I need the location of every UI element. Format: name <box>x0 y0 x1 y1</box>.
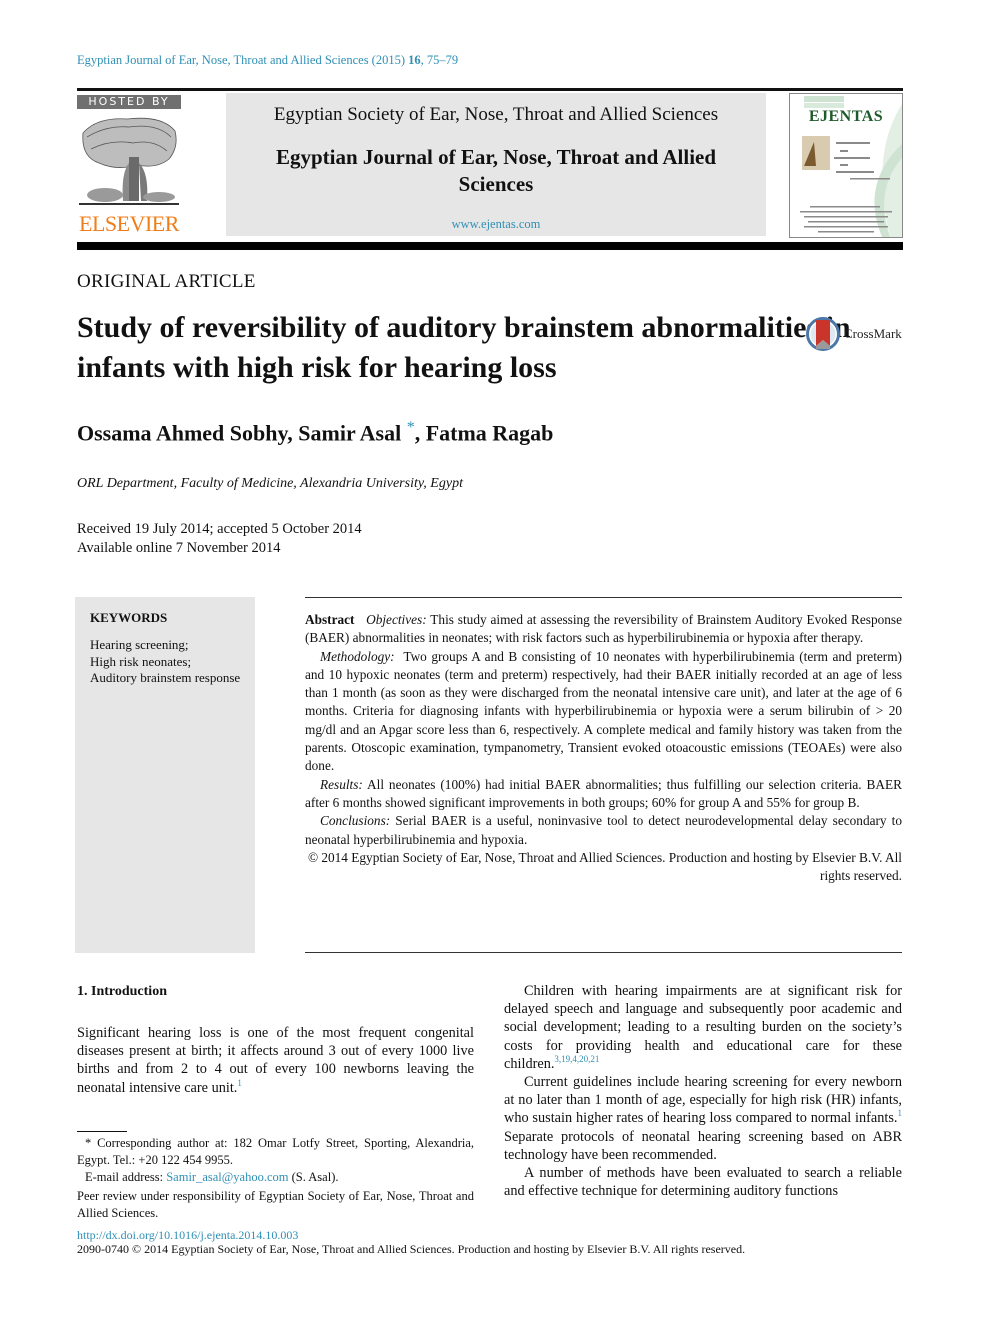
keyword-item: Auditory brainstem response <box>90 670 241 685</box>
elsevier-logo-text: ELSEVIER <box>79 211 179 236</box>
reference-link[interactable]: 3,19,4,20,21 <box>554 1054 599 1064</box>
abstract-results: Results: All neonates (100%) had initial… <box>305 776 902 813</box>
crossmark-label: CrossMark <box>844 326 902 341</box>
keyword-item: Hearing screening; <box>90 637 189 652</box>
abstract-label: Abstract <box>305 612 355 627</box>
objectives-label: Objectives: <box>366 612 427 627</box>
corresponding-author-marker[interactable]: * <box>407 419 415 436</box>
conclusions-label: Conclusions: <box>320 813 391 829</box>
author-list: Ossama Ahmed Sobhy, Samir Asal *, Fatma … <box>77 419 554 446</box>
issn-copyright: 2090-0740 © 2014 Egyptian Society of Ear… <box>77 1242 746 1256</box>
email-label: E-mail address: <box>85 1170 164 1184</box>
reference-link[interactable]: 1 <box>898 1109 903 1119</box>
journal-cover-thumbnail[interactable]: EJENTAS <box>789 93 903 238</box>
section-heading-introduction: 1. Introduction <box>77 984 167 999</box>
citation-journal: Egyptian Journal of Ear, Nose, Throat an… <box>77 53 406 67</box>
received-accepted-dates: Received 19 July 2014; accepted 5 Octobe… <box>77 521 362 537</box>
results-label: Results: <box>320 776 363 792</box>
corresponding-author-note: * Corresponding author at: 182 Omar Lotf… <box>77 1136 474 1167</box>
available-online-date: Available online 7 November 2014 <box>77 540 281 556</box>
society-name: Egyptian Society of Ear, Nose, Throat an… <box>273 104 719 125</box>
intro-paragraph-text: Significant hearing loss is one of the m… <box>77 1025 474 1096</box>
intro-paragraph: Significant hearing loss is one of the m… <box>77 1024 474 1097</box>
crossmark-button[interactable]: CrossMark <box>806 316 902 352</box>
author-affiliation: ORL Department, Faculty of Medicine, Ale… <box>77 476 463 491</box>
results-text: All neonates (100%) had initial BAER abn… <box>305 776 902 810</box>
journal-citation[interactable]: Egyptian Journal of Ear, Nose, Throat an… <box>77 53 458 68</box>
abstract-top-rule <box>305 597 902 598</box>
methodology-text: Two groups A and B consisting of 10 neon… <box>305 648 902 774</box>
abstract: Abstract Objectives: This study aimed at… <box>305 611 902 885</box>
hosted-by-badge: HOSTED BY <box>77 95 181 109</box>
intro-paragraph: A number of methods have been evaluated … <box>504 1164 902 1200</box>
email-link[interactable]: Samir_asal@yahoo.com <box>166 1170 288 1184</box>
abstract-copyright: © 2014 Egyptian Society of Ear, Nose, Th… <box>307 849 902 884</box>
cover-title: EJENTAS <box>808 108 884 125</box>
journal-name: Egyptian Journal of Ear, Nose, Throat an… <box>275 145 717 196</box>
article-type: ORIGINAL ARTICLE <box>77 271 256 292</box>
citation-pages: , 75–79 <box>420 53 459 67</box>
right-column: Children with hearing impairments are at… <box>504 982 902 1200</box>
keywords-heading: KEYWORDS <box>90 610 168 625</box>
reference-link[interactable]: 1 <box>237 1078 242 1088</box>
email-suffix: (S. Asal). <box>291 1170 339 1184</box>
crossmark-icon <box>806 317 840 351</box>
doi-link[interactable]: http://dx.doi.org/10.1016/j.ejenta.2014.… <box>77 1228 298 1243</box>
conclusions-text: Serial BAER is a useful, noninvasive too… <box>305 813 903 847</box>
author-name: Samir Asal <box>298 420 402 446</box>
header-top-rule <box>77 88 903 91</box>
keywords-list: Hearing screening; High risk neonates; A… <box>90 637 240 687</box>
journal-url-link[interactable]: www.ejentas.com <box>226 217 766 232</box>
author-name: Fatma Ragab <box>425 420 554 446</box>
methodology-label: Methodology: <box>320 648 395 664</box>
intro-paragraph-text: Separate protocols of neonatal hearing s… <box>504 1128 902 1163</box>
email-note: E-mail address: Samir_asal@yahoo.com (S.… <box>77 1169 474 1186</box>
author-name: Ossama Ahmed Sobhy <box>77 420 288 446</box>
intro-paragraph-text: A number of methods have been evaluated … <box>504 1165 902 1200</box>
abstract-objectives: Abstract Objectives: This study aimed at… <box>305 611 902 648</box>
keyword-item: High risk neonates; <box>90 653 192 669</box>
header-bottom-rule <box>77 242 903 250</box>
abstract-bottom-rule <box>305 952 902 953</box>
abstract-methodology: Methodology: Two groups A and B consisti… <box>305 648 902 776</box>
peer-review-note: Peer review under responsibility of Egyp… <box>77 1189 474 1220</box>
elsevier-tree-logo-icon <box>77 113 181 211</box>
citation-volume: 16 <box>408 53 421 67</box>
article-dates: Received 19 July 2014; accepted 5 Octobe… <box>77 520 362 558</box>
intro-paragraph: Current guidelines include hearing scree… <box>504 1073 902 1164</box>
intro-paragraph: Children with hearing impairments are at… <box>504 982 902 1073</box>
footnotes: * Corresponding author at: 182 Omar Lotf… <box>77 1135 474 1222</box>
abstract-conclusions: Conclusions: Serial BAER is a useful, no… <box>305 812 902 849</box>
footnote-rule <box>77 1131 127 1132</box>
article-title: Study of reversibility of auditory brain… <box>77 311 851 384</box>
intro-paragraph-text: Current guidelines include hearing scree… <box>504 1074 902 1127</box>
